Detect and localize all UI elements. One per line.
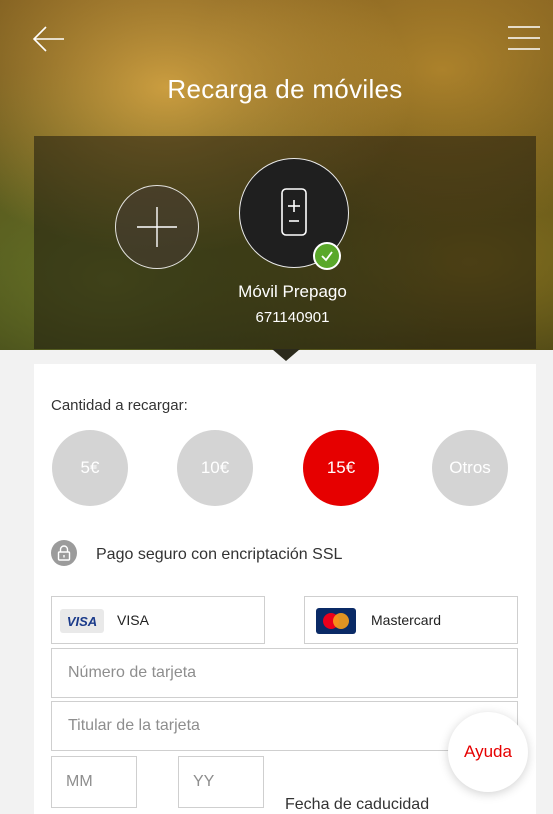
- amount-option-otros[interactable]: Otros: [432, 430, 508, 506]
- mastercard-circles-icon: [323, 613, 349, 629]
- help-button[interactable]: Ayuda: [448, 712, 528, 792]
- mastercard-label: Mastercard: [371, 612, 442, 628]
- expiry-year-field[interactable]: [178, 756, 264, 808]
- selection-pointer: [272, 349, 300, 361]
- arrow-left-icon: [32, 26, 64, 52]
- expiry-label: Fecha de caducidad: [285, 796, 430, 813]
- add-account-button[interactable]: [115, 185, 199, 269]
- card-holder-input[interactable]: [52, 702, 517, 750]
- payment-option-visa[interactable]: VISA VISA: [51, 596, 265, 644]
- secure-badge: [51, 540, 77, 566]
- amount-option-15[interactable]: 15€: [303, 430, 379, 506]
- back-button[interactable]: [30, 24, 66, 54]
- expiry-month-input[interactable]: [52, 757, 136, 807]
- payment-option-mastercard[interactable]: Mastercard: [304, 596, 518, 644]
- page-title: Recarga de móviles: [167, 74, 403, 104]
- visa-label: VISA: [117, 612, 149, 628]
- secure-payment-text: Pago seguro con encriptación SSL: [96, 546, 343, 563]
- plan-name: Móvil Prepago: [238, 282, 347, 301]
- plus-icon: [137, 207, 177, 247]
- expiry-month-field[interactable]: [51, 756, 137, 808]
- card-number-field[interactable]: [51, 648, 518, 698]
- card-number-input[interactable]: [52, 649, 517, 697]
- hamburger-menu-icon: [508, 26, 540, 50]
- menu-button[interactable]: [508, 24, 540, 52]
- checkmark-icon: [321, 251, 333, 262]
- phone-number: 671140901: [255, 309, 330, 326]
- selected-check-badge: [313, 242, 341, 270]
- mastercard-logo: [316, 608, 356, 634]
- amount-option-5[interactable]: 5€: [52, 430, 128, 506]
- amount-option-10[interactable]: 10€: [177, 430, 253, 506]
- amount-label: Cantidad a recargar:: [51, 397, 188, 414]
- lock-icon: [57, 545, 71, 561]
- expiry-year-input[interactable]: [179, 757, 263, 807]
- mobile-phone-icon: [281, 188, 307, 236]
- visa-logo: VISA: [60, 609, 104, 633]
